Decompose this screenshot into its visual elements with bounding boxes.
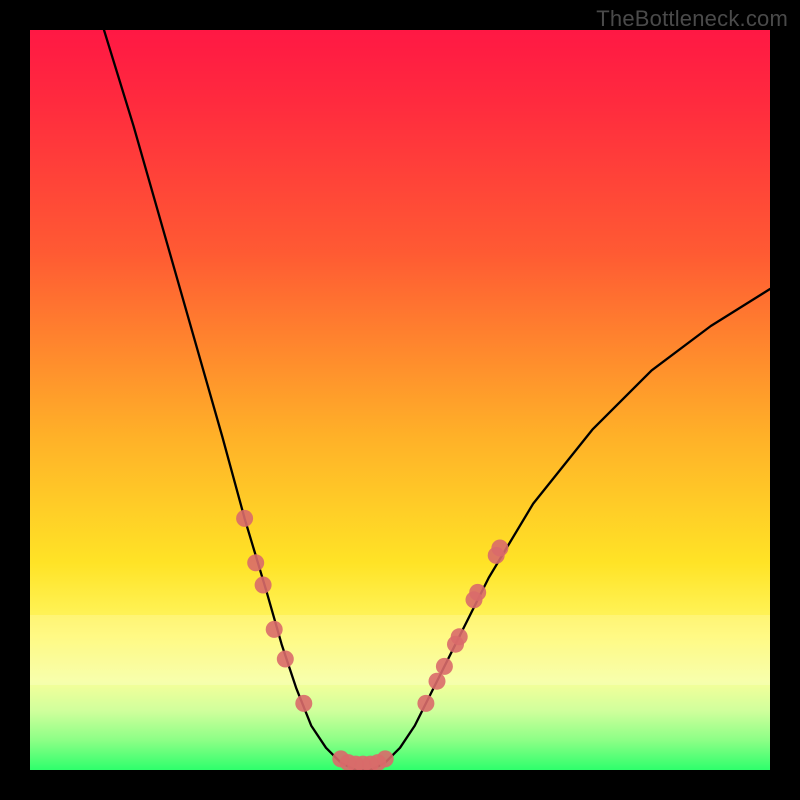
watermark-text: TheBottleneck.com xyxy=(596,6,788,32)
plot-background-gradient xyxy=(30,30,770,770)
chart-stage: TheBottleneck.com xyxy=(0,0,800,800)
